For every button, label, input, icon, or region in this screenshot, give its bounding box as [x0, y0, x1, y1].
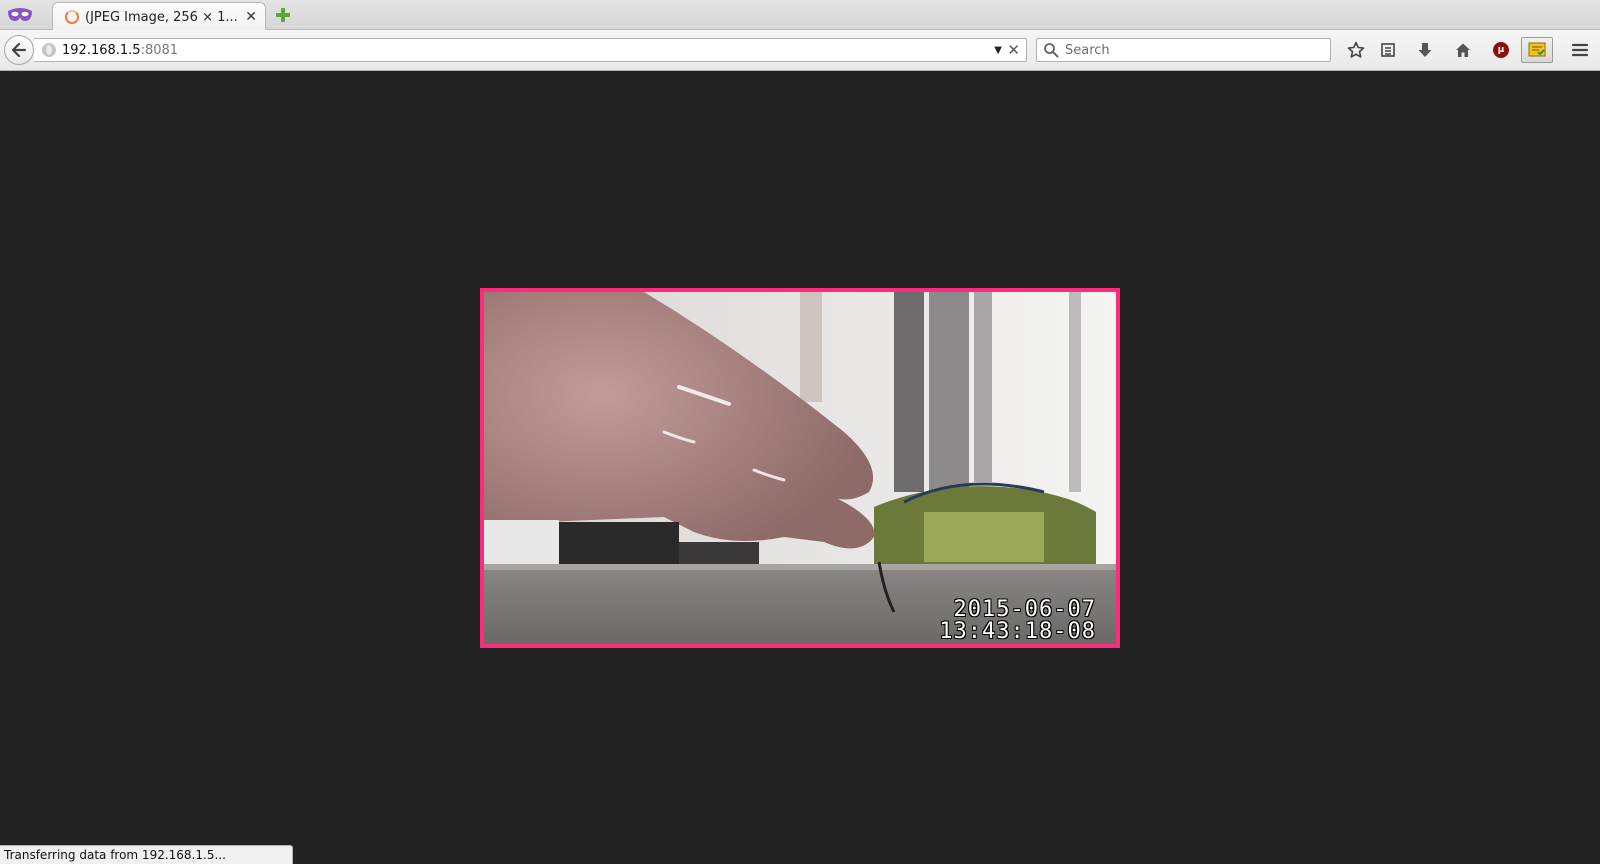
- url-history-dropdown-icon[interactable]: ▼: [994, 45, 1002, 56]
- search-input[interactable]: [1065, 42, 1325, 58]
- bookmark-star-icon: [1347, 41, 1365, 58]
- menu-icon: [1571, 43, 1589, 57]
- downloads-button[interactable]: [1414, 39, 1436, 61]
- reader-list-icon: [1381, 43, 1395, 57]
- camera-snapshot-picture: [484, 292, 1116, 644]
- url-host: 192.168.1.5: [62, 42, 141, 58]
- private-browsing-mask-icon[interactable]: [6, 5, 34, 25]
- new-tab-plus-icon[interactable]: [274, 6, 292, 24]
- search-icon[interactable]: [1043, 42, 1059, 58]
- stop-loading-icon[interactable]: ✕: [1007, 41, 1020, 59]
- site-identity-globe-icon[interactable]: [42, 43, 56, 57]
- back-arrow-icon: [11, 42, 27, 58]
- status-panel: Transferring data from 192.168.1.5...: [0, 845, 293, 864]
- bookmark-star-button[interactable]: [1345, 39, 1367, 61]
- back-button[interactable]: [4, 35, 34, 65]
- menu-button[interactable]: [1569, 39, 1591, 61]
- home-icon: [1456, 43, 1470, 57]
- tab-title: (JPEG Image, 256 × 1...: [85, 9, 238, 25]
- addon-icon: [1528, 42, 1546, 57]
- loading-throbber-icon: [65, 10, 79, 24]
- tab-strip: (JPEG Image, 256 × 1... ✕: [0, 0, 1600, 31]
- download-icon: [1418, 43, 1432, 57]
- camera-time-overlay: 13:43:18-08: [939, 619, 1096, 644]
- tab-jpeg-image[interactable]: (JPEG Image, 256 × 1... ✕: [52, 2, 266, 31]
- home-button[interactable]: [1452, 39, 1474, 61]
- ublock-button[interactable]: μ: [1490, 39, 1512, 61]
- camera-jpeg-image[interactable]: 2015-06-07 13:43:18-08: [480, 288, 1120, 648]
- addon-button[interactable]: [1521, 37, 1553, 63]
- search-bar[interactable]: [1036, 38, 1331, 62]
- url-bar[interactable]: 192.168.1.5:8081 ▼ ✕: [34, 38, 1027, 62]
- url-port: :8081: [140, 42, 179, 58]
- tab-close-icon[interactable]: ✕: [245, 9, 257, 25]
- reading-list-button[interactable]: [1377, 39, 1399, 61]
- ublock-icon: μ: [1493, 42, 1509, 58]
- navigation-toolbar: 192.168.1.5:8081 ▼ ✕ μ: [0, 30, 1600, 71]
